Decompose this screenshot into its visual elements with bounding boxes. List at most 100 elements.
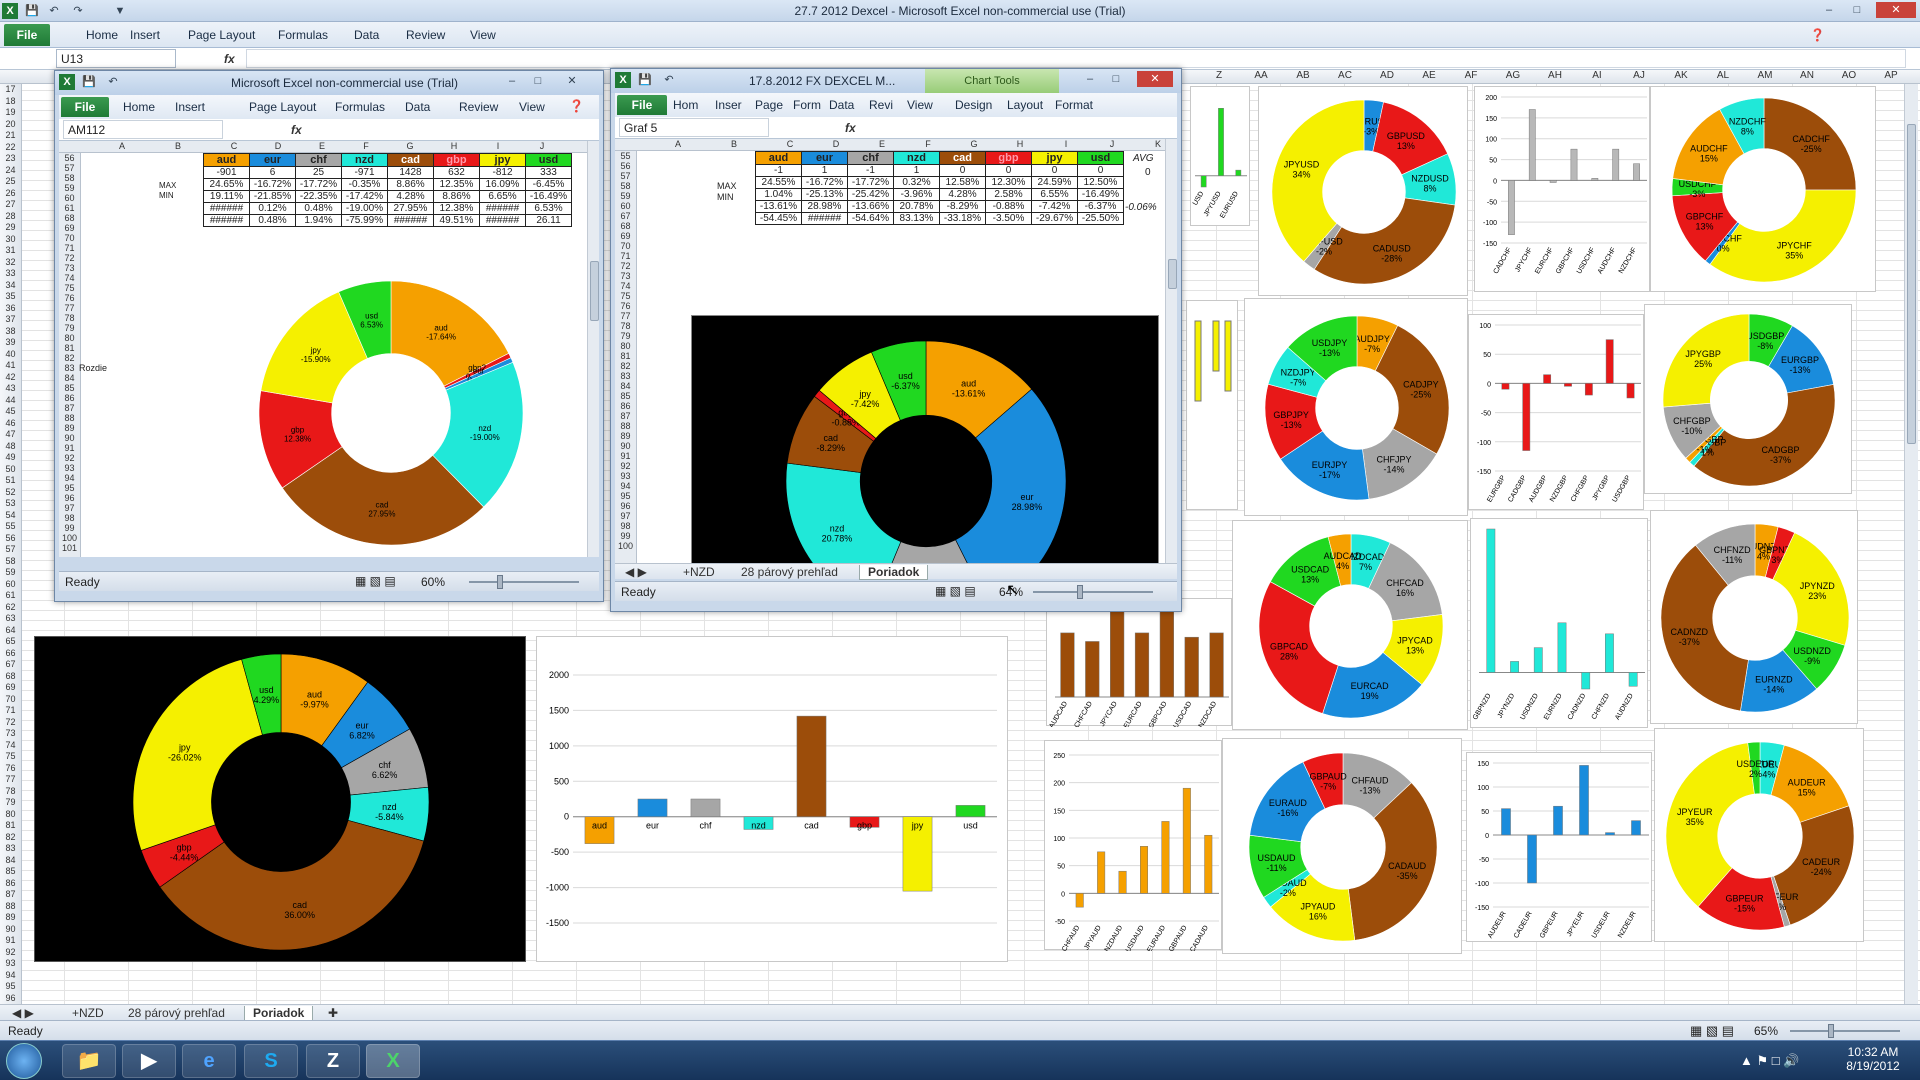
win2-row-number[interactable]: 60 [615, 201, 636, 211]
win2-zoom-slider[interactable] [1033, 591, 1153, 593]
zoom-thumb[interactable] [1828, 1024, 1834, 1038]
win1-tab-page-layout[interactable]: Page Layout [249, 100, 316, 114]
win1-grid[interactable]: ABCDEFGHIJ 56 57 58 59 60 61 68 69 70 71 72 73 74 75 7… [59, 141, 599, 557]
row-number[interactable]: 66 [0, 648, 21, 660]
win2-column-header[interactable]: H [999, 139, 1041, 149]
row-number[interactable]: 81 [0, 820, 21, 832]
win2-row-number[interactable]: 86 [615, 401, 636, 411]
win1-zoom-thumb[interactable] [497, 575, 503, 589]
row-number[interactable]: 32 [0, 257, 21, 269]
win2-view-buttons-icon[interactable]: ▦ ▧ ▤ [935, 584, 976, 598]
sheet-nav-icon[interactable]: ◀ ▶ [4, 1006, 42, 1020]
win2-row-number[interactable]: 68 [615, 221, 636, 231]
win1-row-number[interactable]: 58 [59, 173, 80, 183]
row-number[interactable]: 40 [0, 349, 21, 361]
win2-column-header[interactable]: G [953, 139, 995, 149]
win1-minimize-icon[interactable]: – [503, 73, 521, 89]
win1-row-number[interactable]: 60 [59, 193, 80, 203]
row-number[interactable]: 82 [0, 832, 21, 844]
win2-row-number[interactable]: 76 [615, 301, 636, 311]
win1-row-number[interactable]: 73 [59, 263, 80, 273]
win2-row-number[interactable]: 67 [615, 211, 636, 221]
win2-tab-view[interactable]: View [907, 98, 933, 112]
tray-icons[interactable]: ▲ ⚑ □ 🔊 [1740, 1053, 1799, 1069]
win2-sheet-tab-poriadok[interactable]: Poriadok [859, 565, 929, 580]
row-number[interactable]: 18 [0, 96, 21, 108]
row-number[interactable]: 38 [0, 326, 21, 338]
row-number[interactable]: 59 [0, 567, 21, 579]
win1-column-header[interactable]: G [389, 141, 431, 151]
win1-vertical-scrollbar[interactable] [587, 141, 599, 557]
row-number[interactable]: 78 [0, 786, 21, 798]
row-number[interactable]: 36 [0, 303, 21, 315]
win1-row-number[interactable]: 72 [59, 253, 80, 263]
win2-zoom-thumb[interactable] [1077, 585, 1083, 599]
win1-row-number[interactable]: 97 [59, 503, 80, 513]
row-number[interactable]: 50 [0, 464, 21, 476]
win2-column-header[interactable]: I [1045, 139, 1087, 149]
win1-row-number[interactable]: 92 [59, 453, 80, 463]
column-header[interactable]: Z [1198, 70, 1240, 81]
win2-fx-icon[interactable]: fx [845, 121, 856, 135]
win2-tab-layout[interactable]: Layout [1007, 98, 1043, 112]
win2-row-number[interactable]: 70 [615, 241, 636, 251]
win1-column-header[interactable]: J [521, 141, 563, 151]
win2-row-number[interactable]: 90 [615, 441, 636, 451]
ribbon-tab-review[interactable]: Review [406, 28, 445, 42]
win1-row-number[interactable]: 86 [59, 393, 80, 403]
win1-row-number[interactable]: 85 [59, 383, 80, 393]
win1-tab-review[interactable]: Review [459, 100, 498, 114]
excel-window-1[interactable]: X 💾 ↶ Microsoft Excel non-commercial use… [54, 70, 604, 602]
main-vertical-scrollbar[interactable] [1904, 84, 1918, 1004]
win2-column-header[interactable]: A [657, 139, 699, 149]
ribbon-tab-insert[interactable]: Insert [130, 28, 160, 42]
win1-file-tab[interactable]: File [61, 97, 109, 117]
column-header[interactable]: AF [1450, 70, 1492, 81]
win2-row-number[interactable]: 74 [615, 281, 636, 291]
row-number[interactable]: 75 [0, 751, 21, 763]
donut-chart-eur[interactable]: NZDEUR 4% AUDEUR 15% CADEUR -24% CHFEUR 0% GBPEU… [1654, 728, 1864, 942]
win1-tab-data[interactable]: Data [405, 100, 430, 114]
win2-tab-form[interactable]: Form [793, 98, 821, 112]
win1-row-number[interactable]: 77 [59, 303, 80, 313]
skype-icon[interactable]: S [244, 1044, 298, 1078]
win2-row-number[interactable]: 83 [615, 371, 636, 381]
win1-row-number[interactable]: 59 [59, 183, 80, 193]
donut-chart-usd[interactable]: EURUSD -3% GBPUSD 13% NZDUSD 8% CADUSD -28% CHFU… [1258, 86, 1468, 296]
row-number[interactable]: 95 [0, 981, 21, 993]
help-icon[interactable]: ❓ [1810, 28, 1825, 42]
bar-chart-aud[interactable]: 250 200 150 100 50 0 -50 CHFAUD JPYAUD NZDAUD USDA… [1044, 740, 1222, 954]
win1-row-number[interactable]: 96 [59, 493, 80, 503]
row-number[interactable]: 90 [0, 924, 21, 936]
row-number[interactable]: 89 [0, 912, 21, 924]
column-header[interactable]: AK [1660, 70, 1702, 81]
win1-row-number[interactable]: 95 [59, 483, 80, 493]
win2-sheet-nav-icon[interactable]: ◀ ▶ [617, 565, 655, 579]
column-header[interactable]: AB [1282, 70, 1324, 81]
column-header[interactable]: AJ [1618, 70, 1660, 81]
win2-tab-format[interactable]: Format [1055, 98, 1093, 112]
file-tab[interactable]: File [4, 24, 50, 46]
win2-row-number[interactable]: 75 [615, 291, 636, 301]
excel-taskbar-icon[interactable]: X [366, 1044, 420, 1078]
column-header[interactable]: AI [1576, 70, 1618, 81]
win1-row-number[interactable]: 76 [59, 293, 80, 303]
column-header[interactable]: AL [1702, 70, 1744, 81]
win2-column-header[interactable]: F [907, 139, 949, 149]
win2-row-number[interactable]: 96 [615, 501, 636, 511]
column-header[interactable]: AO [1828, 70, 1870, 81]
row-number[interactable]: 30 [0, 234, 21, 246]
donut-chart-chf[interactable]: CADCHF-25%JPYCHF35%EURCHF0%GBPCHF13%USDC… [1650, 86, 1876, 292]
win1-row-number[interactable]: 83 [59, 363, 80, 373]
row-number[interactable]: 94 [0, 970, 21, 982]
row-number[interactable]: 61 [0, 590, 21, 602]
row-number[interactable]: 80 [0, 809, 21, 821]
row-number[interactable]: 19 [0, 107, 21, 119]
row-number[interactable]: 31 [0, 245, 21, 257]
donut-chart-main[interactable]: aud -9.97% eur 6.82% chf 6.62% nzd -5.84% cad 36.… [34, 636, 526, 962]
win2-row-number[interactable]: 57 [615, 171, 636, 181]
win2-row-number[interactable]: 99 [615, 531, 636, 541]
column-header[interactable]: AE [1408, 70, 1450, 81]
row-number[interactable]: 92 [0, 947, 21, 959]
win1-fx-icon[interactable]: fx [291, 123, 302, 137]
